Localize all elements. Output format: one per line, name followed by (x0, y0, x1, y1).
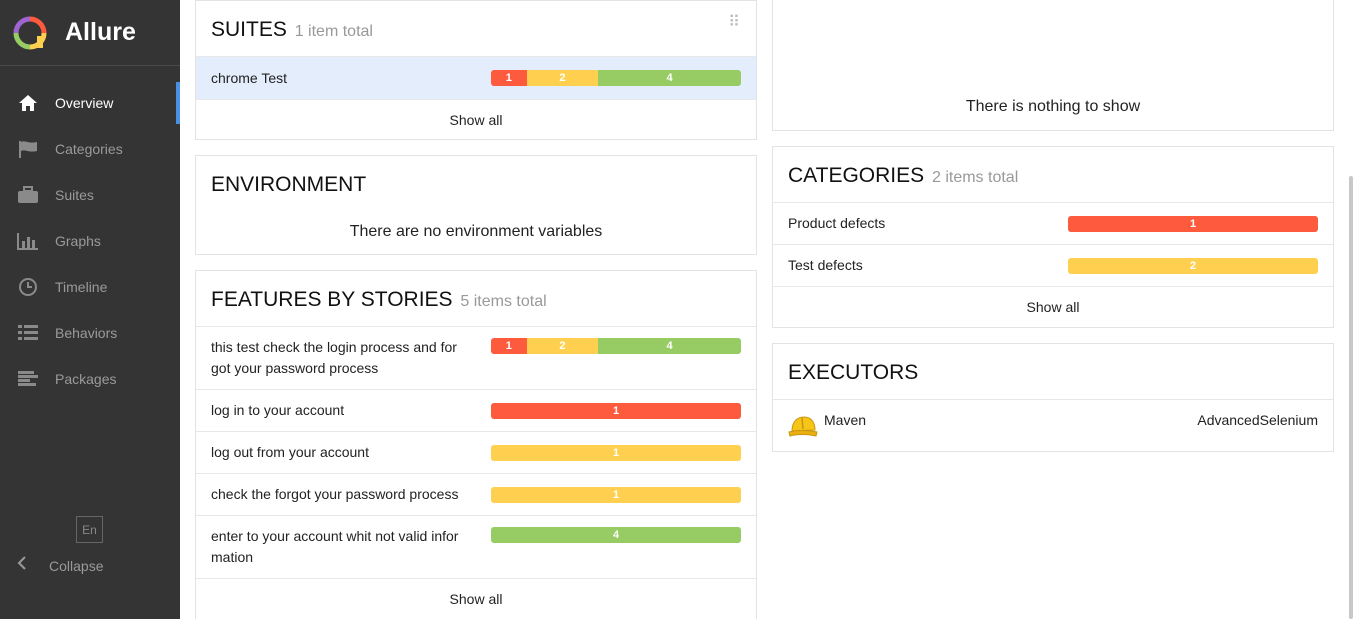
row-name: log out from your account (211, 444, 369, 460)
empty-message: There is nothing to show (965, 98, 1141, 115)
executor-name: Maven (824, 412, 867, 428)
passed-segment: 4 (598, 70, 741, 86)
table-row[interactable]: log in to your account 1 (196, 389, 756, 431)
items-count: 5 items total (460, 293, 547, 310)
items-count: 1 item total (294, 23, 373, 40)
sidebar-item-behaviors[interactable]: Behaviors (0, 310, 180, 356)
sidebar-item-suites[interactable]: Suites (0, 172, 180, 218)
table-row[interactable]: Test defects 2 (773, 244, 1333, 286)
status-bar: 1 (491, 402, 741, 419)
broken-segment: 1 (491, 444, 741, 461)
align-left-icon (17, 369, 39, 389)
table-row[interactable]: log out from your account 1 (196, 431, 756, 473)
sidebar-item-label: Behaviors (55, 325, 118, 341)
status-bar: 1 (491, 486, 741, 503)
executor-build[interactable]: AdvancedSelenium (1197, 412, 1318, 428)
sidebar-item-categories[interactable]: Categories (0, 126, 180, 172)
suites-widget: ⠿ SUITES 1 item total chrome Test 124 Sh… (195, 0, 757, 140)
environment-widget: ENVIRONMENT There are no environment var… (195, 155, 757, 255)
show-all-link[interactable]: Show all (196, 578, 756, 618)
passed-segment: 4 (598, 338, 741, 354)
categories-widget: CATEGORIES 2 items total Product defects… (772, 146, 1334, 328)
row-name: chrome Test (211, 69, 287, 86)
row-name: log in to your account (211, 402, 345, 418)
executor-row[interactable]: Maven AdvancedSelenium (773, 399, 1333, 452)
brand[interactable]: Allure (0, 0, 180, 66)
language-switch[interactable]: En (76, 516, 103, 543)
features-title: FEATURES BY STORIES 5 items total (196, 271, 756, 326)
list-icon (17, 323, 39, 343)
sidebar-item-label: Categories (55, 141, 123, 157)
table-row[interactable]: chrome Test 124 (196, 56, 756, 99)
status-bar: 2 (1068, 257, 1318, 274)
allure-logo-icon (13, 16, 47, 49)
broken-segment: 2 (526, 338, 599, 354)
table-row[interactable]: Product defects 1 (773, 202, 1333, 244)
sidebar-item-label: Graphs (55, 233, 101, 249)
broken-segment: 2 (526, 70, 599, 86)
widget-title: CATEGORIES (788, 164, 925, 187)
home-icon (17, 93, 39, 113)
environment-title: ENVIRONMENT (211, 173, 367, 196)
sidebar-nav: Overview Categories Suites Graphs Timeli… (0, 80, 180, 402)
features-widget: FEATURES BY STORIES 5 items total this t… (195, 270, 757, 619)
trend-widget: There is nothing to show (772, 0, 1334, 131)
table-row[interactable]: check the forgot your password process 1 (196, 473, 756, 515)
failed-segment: 1 (491, 338, 527, 354)
broken-segment: 1 (491, 486, 741, 503)
sidebar-item-timeline[interactable]: Timeline (0, 264, 180, 310)
show-all-link[interactable]: Show all (773, 286, 1333, 326)
sidebar-item-overview[interactable]: Overview (0, 80, 180, 126)
status-bar: 1 (491, 444, 741, 461)
sidebar-item-label: Suites (55, 187, 94, 203)
executors-title: EXECUTORS (788, 361, 919, 384)
sidebar: Allure Overview Categories Suites Graphs (0, 0, 180, 619)
sidebar-item-label: Overview (55, 95, 114, 111)
collapse-button[interactable]: Collapse (17, 556, 103, 575)
categories-title: CATEGORIES 2 items total (773, 147, 1333, 202)
scrollbar[interactable] (1349, 176, 1353, 619)
broken-segment: 2 (1068, 257, 1318, 274)
sidebar-item-packages[interactable]: Packages (0, 356, 180, 402)
widget-title: FEATURES BY STORIES (211, 288, 453, 311)
briefcase-icon (17, 185, 39, 205)
brand-name: Allure (65, 18, 136, 46)
failed-segment: 1 (491, 70, 527, 86)
status-bar: 124 (491, 70, 741, 86)
status-bar: 124 (491, 338, 741, 354)
sidebar-item-graphs[interactable]: Graphs (0, 218, 180, 264)
row-name: Test defects (788, 257, 863, 273)
hard-hat-icon (788, 416, 818, 437)
table-row[interactable]: this test check the login process and fo… (196, 326, 756, 389)
drag-handle-icon[interactable]: ⠿ (728, 15, 740, 31)
sidebar-item-label: Timeline (55, 279, 108, 295)
bar-chart-icon (17, 231, 39, 251)
status-bar: 1 (1068, 215, 1318, 232)
show-all-link[interactable]: Show all (196, 99, 756, 139)
chevron-left-icon (17, 556, 27, 575)
failed-segment: 1 (1068, 215, 1318, 232)
clock-icon (17, 277, 39, 297)
passed-segment: 4 (491, 527, 741, 543)
empty-message: There are no environment variables (349, 223, 603, 240)
items-count: 2 items total (931, 169, 1019, 186)
suites-title: SUITES 1 item total (196, 1, 756, 56)
sidebar-item-label: Packages (55, 371, 117, 387)
executor-info: Maven (788, 412, 866, 439)
row-name: check the forgot your password process (211, 486, 459, 502)
table-row[interactable]: enter to your account whit not valid inf… (196, 515, 756, 578)
failed-segment: 1 (491, 402, 741, 419)
collapse-label: Collapse (49, 557, 104, 574)
flag-icon (17, 139, 39, 159)
row-name: enter to your account whit not valid inf… (211, 528, 459, 565)
row-name: this test check the login process and fo… (211, 339, 457, 376)
row-name: Product defects (788, 215, 886, 231)
widget-title: SUITES (211, 18, 287, 41)
executors-widget: EXECUTORS Maven AdvancedSelenium (772, 343, 1334, 452)
status-bar: 4 (491, 527, 741, 543)
